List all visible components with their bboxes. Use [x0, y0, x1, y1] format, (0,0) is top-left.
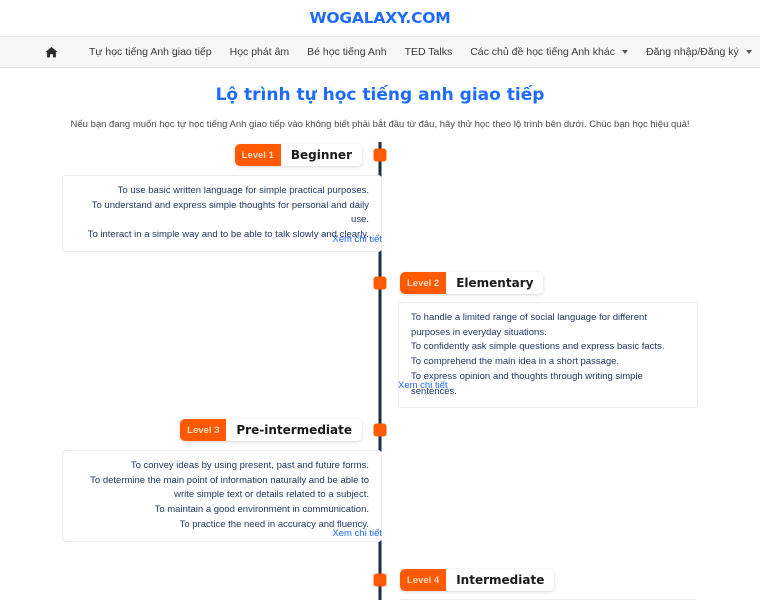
level-line: To interact in a simple way and to be ab…: [87, 229, 369, 241]
detail-link-level-1[interactable]: Xem chi tiết: [332, 234, 382, 245]
level-number-label: Level 3: [180, 419, 227, 441]
level-number-label: Level 2: [400, 272, 447, 294]
site-header: WOGALAXY.COM: [0, 0, 760, 36]
chevron-down-icon: [621, 50, 628, 54]
level-line: To handle a limited range of social lang…: [411, 312, 647, 338]
nav-item-label: TED Talks: [404, 46, 453, 58]
level-name-label: Intermediate: [446, 569, 555, 591]
level-badge-4[interactable]: Level 4 Intermediate: [400, 569, 555, 591]
level-name-label: Pre-intermediate: [226, 419, 362, 441]
level-line: To convey ideas by using present, past a…: [130, 460, 369, 471]
timeline-dot-level-3: [373, 423, 387, 437]
timeline-dot-level-2: [373, 276, 387, 290]
main-navigation: Tự học tiếng Anh giao tiếp Học phát âm B…: [0, 36, 760, 68]
level-badge-3[interactable]: Level 3 Pre-intermediate: [180, 419, 362, 441]
detail-link-level-3[interactable]: Xem chi tiết: [332, 528, 382, 539]
nav-links-group: Tự học tiếng Anh giao tiếp Học phát âm B…: [40, 41, 637, 63]
home-icon[interactable]: [40, 41, 62, 63]
site-logo[interactable]: WOGALAXY.COM: [310, 9, 451, 27]
level-line: To understand and express simple thought…: [91, 199, 369, 226]
nav-item-tu-hoc-tieng-anh-giao-tiep[interactable]: Tự học tiếng Anh giao tiếp: [80, 46, 221, 58]
detail-link-level-2[interactable]: Xem chi tiết: [398, 380, 448, 391]
level-card-2: To handle a limited range of social lang…: [398, 302, 698, 409]
nav-item-ted-talks[interactable]: TED Talks: [396, 46, 462, 58]
level-badge-1[interactable]: Level 1 Beginner: [234, 144, 362, 166]
page-title: Lộ trình tự học tiếng anh giao tiếp: [215, 85, 545, 105]
level-number-label: Level 4: [400, 569, 447, 591]
nav-item-hoc-phat-am[interactable]: Học phát âm: [221, 46, 299, 58]
page-subtitle: Nếu bạn đang muốn học tự học tiếng Anh g…: [70, 119, 690, 130]
level-line: To practice the need in accuracy and flu…: [179, 518, 369, 530]
nav-item-label: Bé học tiếng Anh: [307, 46, 387, 58]
learning-path-timeline: Level 1 Beginner To use basic written la…: [0, 142, 760, 600]
nav-item-be-hoc-tieng-anh[interactable]: Bé học tiếng Anh: [298, 46, 395, 58]
level-line: To confidently ask simple questions and …: [411, 341, 665, 353]
chevron-down-icon: [745, 50, 752, 54]
level-line: To express opinion and thoughts through …: [411, 370, 643, 397]
nav-item-label: Tự học tiếng Anh giao tiếp: [89, 46, 212, 58]
timeline-dot-level-1: [373, 148, 387, 162]
account-menu[interactable]: Đăng nhập/Đăng ký: [637, 46, 760, 58]
nav-item-cac-chu-de-khac[interactable]: Các chủ đề học tiếng Anh khác: [461, 46, 637, 58]
account-menu-label: Đăng nhập/Đăng ký: [645, 46, 739, 58]
level-number-label: Level 1: [234, 144, 281, 166]
level-line: To maintain a good environment in commun…: [154, 504, 369, 516]
nav-item-label: Học phát âm: [229, 46, 290, 58]
level-line: To determine the main point of informati…: [90, 474, 369, 501]
level-name-label: Beginner: [280, 144, 362, 166]
level-line: To use basic written language for simple…: [117, 185, 369, 196]
account-menu-group: Đăng nhập/Đăng ký: [637, 46, 760, 58]
nav-item-label: Các chủ đề học tiếng Anh khác: [470, 46, 615, 58]
level-line: To comprehend the main idea in a short p…: [411, 356, 620, 368]
level-name-label: Elementary: [446, 272, 544, 294]
timeline-dot-level-4: [373, 573, 387, 587]
level-badge-2[interactable]: Level 2 Elementary: [400, 272, 544, 294]
